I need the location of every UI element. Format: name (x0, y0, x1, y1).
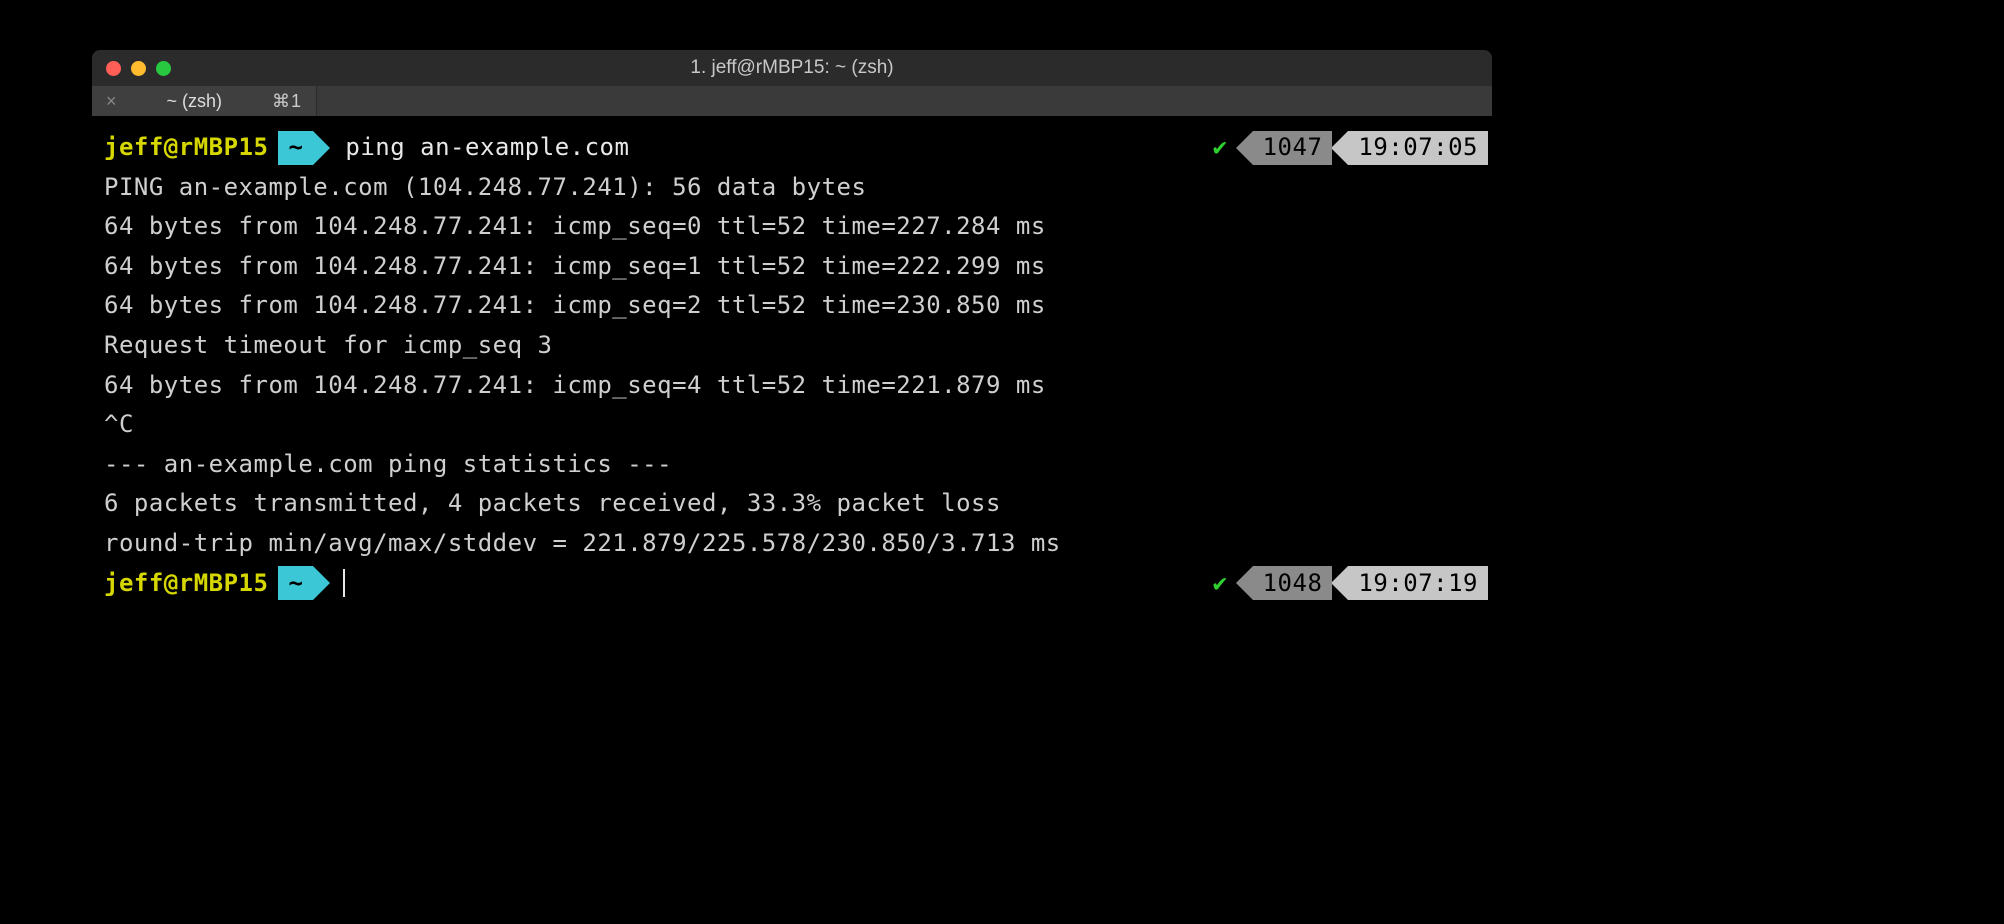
output-line: --- an-example.com ping statistics --- (92, 445, 1492, 485)
zoom-window-button[interactable] (156, 61, 171, 76)
prompt-time: 19:07:19 (1348, 566, 1488, 600)
output-line: 64 bytes from 104.248.77.241: icmp_seq=4… (92, 366, 1492, 406)
terminal-body[interactable]: jeff@rMBP15 ~ ping an-example.com ✔ 1047… (92, 116, 1492, 663)
terminal-window: 1. jeff@rMBP15: ~ (zsh) × ~ (zsh) ⌘1 jef… (92, 50, 1492, 663)
output-line: 64 bytes from 104.248.77.241: icmp_seq=2… (92, 286, 1492, 326)
prompt-dir-badge: ~ (278, 566, 313, 600)
segment-arrow-icon (1331, 566, 1348, 600)
status-check-icon: ✔ (1213, 564, 1236, 604)
prompt-line: jeff@rMBP15 ~ ping an-example.com ✔ 1047… (92, 128, 1492, 168)
prompt-dir: ~ (288, 564, 303, 604)
window-title: 1. jeff@rMBP15: ~ (zsh) (92, 57, 1492, 79)
close-tab-icon[interactable]: × (106, 91, 117, 112)
output-line: PING an-example.com (104.248.77.241): 56… (92, 168, 1492, 208)
cursor[interactable] (343, 569, 345, 597)
prompt-dir-badge: ~ (278, 131, 313, 165)
traffic-lights (92, 61, 171, 76)
minimize-window-button[interactable] (131, 61, 146, 76)
segment-arrow-icon (1236, 566, 1253, 600)
close-window-button[interactable] (106, 61, 121, 76)
status-check-icon: ✔ (1213, 128, 1236, 168)
history-number: 1047 (1253, 131, 1333, 165)
segment-arrow-icon (1236, 131, 1253, 165)
prompt-line: jeff@rMBP15 ~ ✔ 1048 19:07:19 (92, 564, 1492, 604)
tab-bar: × ~ (zsh) ⌘1 (92, 86, 1492, 116)
prompt-right-status: ✔ 1048 19:07:19 (1213, 564, 1492, 604)
prompt-right-status: ✔ 1047 19:07:05 (1213, 128, 1492, 168)
prompt-time: 19:07:05 (1348, 131, 1488, 165)
output-line: 64 bytes from 104.248.77.241: icmp_seq=1… (92, 247, 1492, 287)
segment-arrow-icon (1331, 131, 1348, 165)
tab-zsh[interactable]: × ~ (zsh) ⌘1 (92, 86, 317, 116)
prompt-user-host: jeff@rMBP15 (104, 128, 274, 168)
titlebar[interactable]: 1. jeff@rMBP15: ~ (zsh) (92, 50, 1492, 86)
tab-shortcut: ⌘1 (272, 91, 302, 112)
output-line: 6 packets transmitted, 4 packets receive… (92, 484, 1492, 524)
prompt-user-host: jeff@rMBP15 (104, 564, 274, 604)
output-line: ^C (92, 405, 1492, 445)
command-text: ping an-example.com (317, 128, 629, 168)
tab-title: ~ (zsh) (167, 91, 223, 112)
output-line: Request timeout for icmp_seq 3 (92, 326, 1492, 366)
prompt-dir: ~ (288, 128, 303, 168)
output-line: 64 bytes from 104.248.77.241: icmp_seq=0… (92, 207, 1492, 247)
output-line: round-trip min/avg/max/stddev = 221.879/… (92, 524, 1492, 564)
history-number: 1048 (1253, 566, 1333, 600)
